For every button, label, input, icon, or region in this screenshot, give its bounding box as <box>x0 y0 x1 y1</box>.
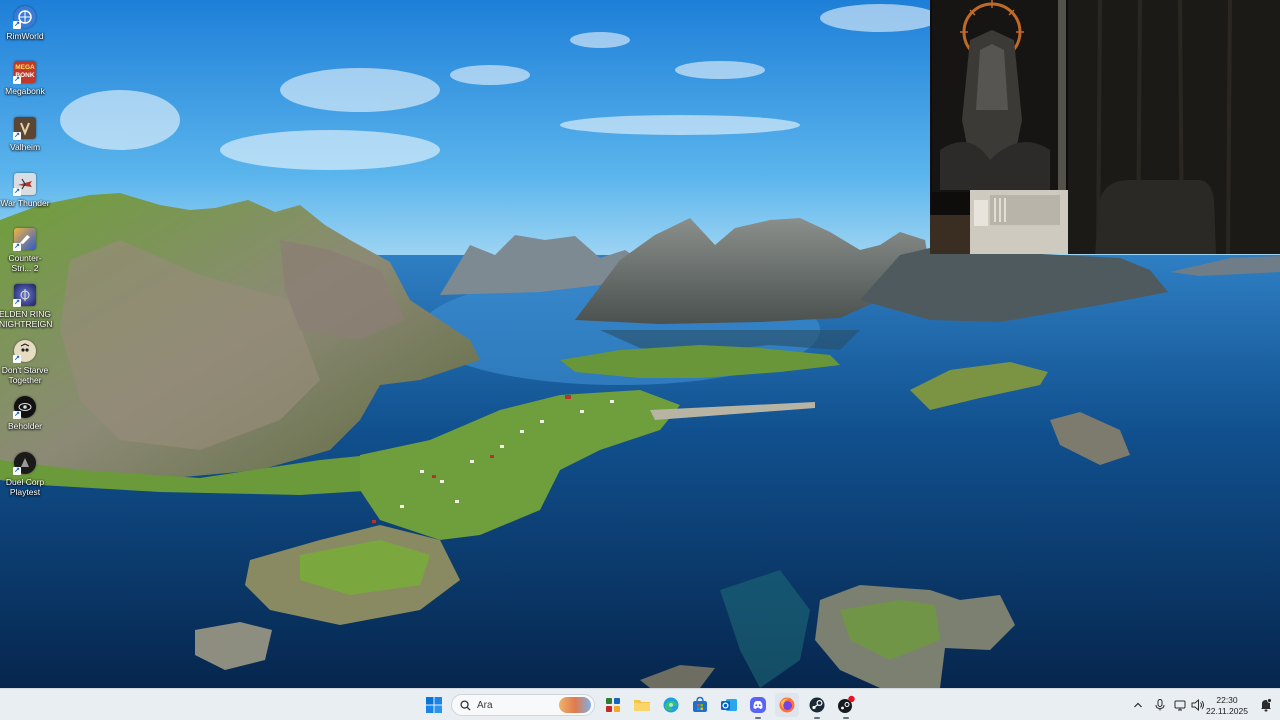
windows-logo-icon <box>426 697 442 713</box>
search-highlight-image <box>559 697 591 713</box>
notification-bell-icon <box>1261 698 1272 712</box>
desktop-shortcut-war-thunder[interactable]: ↗ War Thunder <box>0 173 50 208</box>
dont-starve-together-icon: ↗ <box>13 340 36 363</box>
desktop-shortcut-label: Don't Starve Together <box>1 365 49 385</box>
clock-date: 22.11.2025 <box>1206 706 1248 716</box>
elden-ring-nightreign-icon: ↗ <box>13 284 36 307</box>
microphone-icon <box>1155 699 1165 711</box>
outlook-icon <box>721 699 737 711</box>
search-icon <box>460 699 471 711</box>
desktop-shortcut-megabonk[interactable]: MEGA BONK ↗ Megabonk <box>0 61 50 96</box>
steam-button[interactable] <box>805 693 829 719</box>
network-volume-tray-button[interactable] <box>1172 689 1206 720</box>
war-thunder-icon: ↗ <box>13 173 36 196</box>
duel-corp-icon: ↗ <box>13 452 36 475</box>
steam-notification-button[interactable] <box>834 693 858 719</box>
webcam-overlay <box>930 0 1280 254</box>
show-hidden-icons-button[interactable] <box>1130 689 1146 720</box>
desktop-shortcut-label: Beholder <box>7 421 43 431</box>
firefox-button[interactable] <box>775 693 799 717</box>
discord-button[interactable] <box>746 693 770 719</box>
desktop-shortcut-elden-ring-nightreign[interactable]: ↗ ELDEN RING NIGHTREIGN <box>0 284 53 329</box>
desktop-shortcut-beholder[interactable]: ↗ Beholder <box>0 396 50 431</box>
beholder-icon: ↗ <box>13 396 36 419</box>
desktop-shortcut-label: Valheim <box>9 142 41 152</box>
microsoft-store-button[interactable] <box>688 693 712 717</box>
megabonk-icon: MEGA BONK ↗ <box>13 61 36 84</box>
rimworld-icon: ↗ <box>13 6 36 29</box>
desktop-shortcut-duel-corp-playtest[interactable]: ↗ Duel Corp Playtest <box>0 452 50 497</box>
store-icon <box>693 696 707 712</box>
start-button[interactable] <box>422 693 446 717</box>
desktop-shortcut-label: Counter-Stri... 2 <box>8 253 42 273</box>
desktop-shortcut-label: War Thunder <box>0 198 50 208</box>
discord-icon <box>750 697 766 713</box>
desktop-shortcut-valheim[interactable]: ↗ Valheim <box>0 117 50 152</box>
notification-center-button[interactable] <box>1260 698 1272 712</box>
firefox-icon <box>779 697 795 713</box>
outlook-button[interactable] <box>717 693 741 717</box>
search-placeholder: Ara <box>477 699 493 711</box>
edge-button[interactable] <box>659 693 683 717</box>
steam-icon <box>809 697 825 713</box>
widgets-icon <box>606 698 620 712</box>
clock-time: 22:30 <box>1216 695 1238 705</box>
chevron-up-icon <box>1134 702 1142 708</box>
file-explorer-button[interactable] <box>630 693 654 717</box>
taskbar-search-box[interactable]: Ara <box>451 694 595 716</box>
valheim-icon: ↗ <box>13 117 36 140</box>
counter-strike-icon: ↗ <box>13 228 36 251</box>
desktop-shortcut-label: ELDEN RING NIGHTREIGN <box>0 309 53 329</box>
desktop-shortcut-dont-starve-together[interactable]: ↗ Don't Starve Together <box>0 340 50 385</box>
desktop-shortcut-counter-strike-2[interactable]: ↗ Counter-Stri... 2 <box>0 228 50 273</box>
folder-icon <box>634 700 650 711</box>
desktop-shortcut-label: RimWorld <box>6 31 44 41</box>
desktop-shortcut-rimworld[interactable]: ↗ RimWorld <box>0 6 50 41</box>
desktop-shortcut-label: Megabonk <box>5 86 45 96</box>
microphone-tray-button[interactable] <box>1152 689 1168 720</box>
taskbar-clock[interactable]: 22:30 22.11.2025 <box>1202 695 1252 717</box>
edge-icon <box>663 697 679 713</box>
widgets-button[interactable] <box>601 693 625 717</box>
network-icon <box>1174 700 1185 711</box>
steam-badge-icon <box>838 695 855 713</box>
desktop-shortcut-label: Duel Corp Playtest <box>5 477 45 497</box>
taskbar: Ara 22:30 22.11.2025 <box>0 688 1280 720</box>
